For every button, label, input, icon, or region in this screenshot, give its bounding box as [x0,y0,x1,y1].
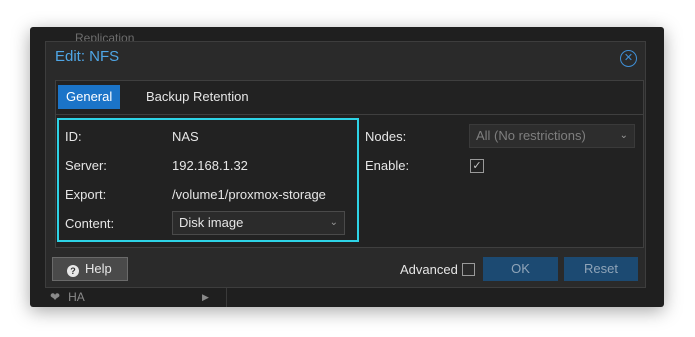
tab-backup-retention[interactable]: Backup Retention [138,85,257,109]
chevron-right-icon: ▶ [202,292,209,302]
nodes-label: Nodes: [365,129,407,144]
chevron-down-icon: ⌄ [619,130,628,141]
general-panel: ID: NAS Server: 192.168.1.32 Export: /vo… [55,114,644,248]
help-button[interactable]: ? Help [52,257,128,281]
enable-label: Enable: [365,158,410,173]
id-label: ID: [65,129,82,144]
background-ha-item: ❤ HA ▶ [50,290,209,304]
dialog-title: Edit: NFS [55,48,120,65]
content-select-value: Disk image [179,215,244,230]
tab-general[interactable]: General [58,85,121,109]
ok-button[interactable]: OK [483,257,558,281]
advanced-label: Advanced [400,262,458,277]
help-label: Help [85,261,112,276]
chevron-down-icon: ⌄ [329,217,338,228]
background-divider [226,285,227,307]
export-label: Export: [65,187,107,202]
reset-button[interactable]: Reset [564,257,638,281]
question-icon: ? [67,265,79,277]
tab-strip: General Backup Retention [55,80,644,114]
edit-nfs-dialog: Edit: NFS ✕ General Backup Retention ID:… [45,41,646,288]
nodes-select[interactable]: All (No restrictions) ⌄ [469,124,635,148]
dialog-footer: ? Help Advanced OK Reset [46,249,645,287]
content-label: Content: [65,216,115,231]
server-label: Server: [65,158,107,173]
enable-checkbox[interactable]: ✓ [470,159,484,173]
content-select[interactable]: Disk image ⌄ [172,211,345,235]
advanced-checkbox[interactable] [462,263,475,276]
server-value: 192.168.1.32 [172,158,248,173]
close-icon[interactable]: ✕ [620,50,637,67]
id-value: NAS [172,129,199,144]
export-value: /volume1/proxmox-storage [172,187,326,202]
heart-icon: ❤ [50,290,61,304]
nodes-select-value: All (No restrictions) [476,128,586,143]
background-ha-label: HA [68,290,85,304]
